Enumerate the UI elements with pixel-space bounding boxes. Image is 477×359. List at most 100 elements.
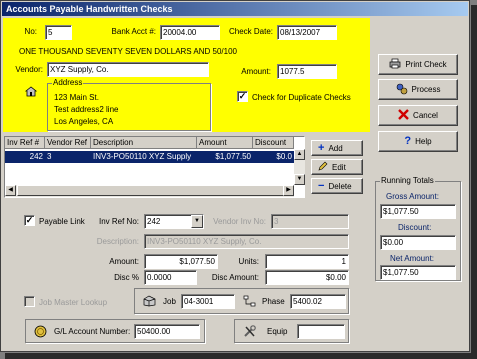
payable-link-label: Payable Link <box>39 217 85 226</box>
vendor-inv-label: Vendor Inv No: <box>213 217 266 226</box>
bank-acct-field[interactable]: 20004.00 <box>160 25 220 40</box>
disc-amount-label: Disc Amount: <box>211 273 259 282</box>
discount-field: $0.00 <box>380 235 456 250</box>
inv-ref-value: 242 <box>147 217 161 226</box>
cell-description[interactable]: INV3-PO50110 XYZ Supply <box>91 151 197 163</box>
cell-amount[interactable]: $1,077.50 <box>197 151 253 163</box>
running-totals-title: Running Totals <box>380 176 435 185</box>
payable-link-checkbox[interactable]: ✓ <box>24 215 35 226</box>
job-field[interactable]: 04-3001 <box>181 294 235 309</box>
phase-label: Phase <box>262 297 285 306</box>
units-label: Units: <box>238 257 259 266</box>
bank-acct-label: Bank Acct #: <box>111 27 156 36</box>
scroll-left-icon[interactable]: ◀ <box>5 185 16 196</box>
address-group: Address 123 Main St. Test address2 line … <box>47 78 211 131</box>
phase-field[interactable]: 5400.02 <box>290 294 346 309</box>
chevron-down-icon[interactable]: ▼ <box>191 215 203 228</box>
add-label: Add <box>328 143 343 153</box>
cancel-button[interactable]: Cancel <box>378 105 458 126</box>
minus-icon: − <box>318 179 325 192</box>
job-master-checkbox[interactable] <box>24 296 35 307</box>
hierarchy-icon <box>243 295 256 309</box>
net-amount-field: $1,077.50 <box>380 265 456 280</box>
scroll-right-icon[interactable]: ▶ <box>283 185 294 196</box>
crate-icon <box>143 295 156 309</box>
check-header-panel: No: 5 Bank Acct #: 20004.00 Check Date: … <box>3 18 370 132</box>
check-no-field[interactable]: 5 <box>45 25 72 40</box>
job-master-label: Job Master Lookup <box>39 298 108 307</box>
process-label: Process <box>411 85 441 94</box>
question-icon: ? <box>404 135 412 147</box>
vendor-label: Vendor: <box>15 65 43 74</box>
coin-icon <box>34 325 47 340</box>
equip-group: Equip <box>234 319 349 343</box>
col-inv-ref[interactable]: Inv Ref # <box>5 137 45 149</box>
help-label: Help <box>415 137 432 146</box>
gross-amount-label: Gross Amount: <box>386 192 439 201</box>
inv-ref-select[interactable]: 242 ▼ <box>144 214 204 229</box>
invoice-grid[interactable]: Inv Ref # Vendor Ref Description Amount … <box>4 136 305 198</box>
grid-horizontal-scrollbar[interactable]: ◀ ▶ <box>5 185 294 197</box>
dup-check-checkbox[interactable]: ✓ <box>237 91 248 102</box>
cell-vendor-ref[interactable]: 3 <box>45 151 91 163</box>
disc-pct-field[interactable]: 0.0000 <box>144 270 197 285</box>
disc-amount-field[interactable]: $0.00 <box>265 270 349 285</box>
cell-discount[interactable]: $0.0 <box>253 151 294 163</box>
inv-ref-label: Inv Ref No: <box>98 217 139 226</box>
description-label: Description: <box>96 237 139 246</box>
printer-icon <box>389 58 401 71</box>
job-label: Job <box>163 297 176 306</box>
amount-label: Amount: <box>241 67 271 76</box>
scroll-thumb[interactable] <box>17 185 287 196</box>
window-title: Accounts Payable Handwritten Checks <box>2 2 468 16</box>
check-window: Accounts Payable Handwritten Checks No: … <box>0 0 470 352</box>
delete-button[interactable]: − Delete <box>311 178 363 194</box>
add-button[interactable]: + Add <box>311 140 363 156</box>
delete-label: Delete <box>328 181 352 191</box>
amount-field[interactable]: 1077.5 <box>277 64 337 79</box>
gl-account-label: G/L Account Number: <box>54 327 131 336</box>
running-totals-group: Running Totals Gross Amount: $1,077.50 D… <box>375 176 461 281</box>
address-line-3: Los Angeles, CA <box>54 117 114 126</box>
address-label: Address <box>52 78 84 87</box>
col-amount[interactable]: Amount <box>197 137 253 149</box>
equip-label: Equip <box>267 327 288 336</box>
dup-check-label: Check for Duplicate Checks <box>252 93 351 102</box>
pencil-icon <box>318 161 328 173</box>
address-line-2: Test address2 line <box>54 105 119 114</box>
cell-inv-ref[interactable]: 242 <box>5 151 45 163</box>
units-field[interactable]: 1 <box>265 254 349 269</box>
edit-label: Edit <box>332 162 346 172</box>
gross-amount-field: $1,077.50 <box>380 204 456 219</box>
tools-icon <box>243 325 257 340</box>
check-no-label: No: <box>24 27 37 36</box>
detail-amount-field[interactable]: $1,077.50 <box>144 254 218 269</box>
net-amount-label: Net Amount: <box>390 254 435 263</box>
col-vendor-ref[interactable]: Vendor Ref <box>45 137 91 149</box>
col-discount[interactable]: Discount <box>253 137 294 149</box>
gl-account-group: G/L Account Number: 50400.00 <box>25 319 205 343</box>
detail-amount-label: Amount: <box>109 257 139 266</box>
amount-in-words: ONE THOUSAND SEVENTY SEVEN DOLLARS AND 5… <box>19 47 238 56</box>
col-description[interactable]: Description <box>91 137 197 149</box>
red-x-icon <box>398 109 409 122</box>
edit-button[interactable]: Edit <box>311 159 363 175</box>
scroll-down-icon[interactable]: ▼ <box>294 174 305 185</box>
cancel-label: Cancel <box>413 111 438 120</box>
check-date-field[interactable]: 08/13/2007 <box>277 25 337 40</box>
process-button[interactable]: Process <box>378 79 458 100</box>
equip-field[interactable] <box>297 324 345 339</box>
check-date-label: Check Date: <box>228 27 273 36</box>
gl-account-field[interactable]: 50400.00 <box>134 324 200 339</box>
scroll-up-icon[interactable]: ▲ <box>294 149 305 160</box>
disc-pct-label: Disc % <box>114 273 139 282</box>
description-field: INV3-PO50110 XYZ Supply, Co. <box>144 234 349 249</box>
house-icon <box>24 86 38 97</box>
grid-vertical-scrollbar[interactable]: ▲ ▼ <box>294 149 305 185</box>
gears-icon <box>396 83 408 97</box>
plus-icon: + <box>318 141 325 154</box>
help-button[interactable]: ? Help <box>378 131 458 152</box>
print-check-button[interactable]: Print Check <box>378 54 458 75</box>
vendor-inv-field: 3 <box>271 214 349 229</box>
vendor-field[interactable]: XYZ Supply, Co. <box>47 62 209 77</box>
